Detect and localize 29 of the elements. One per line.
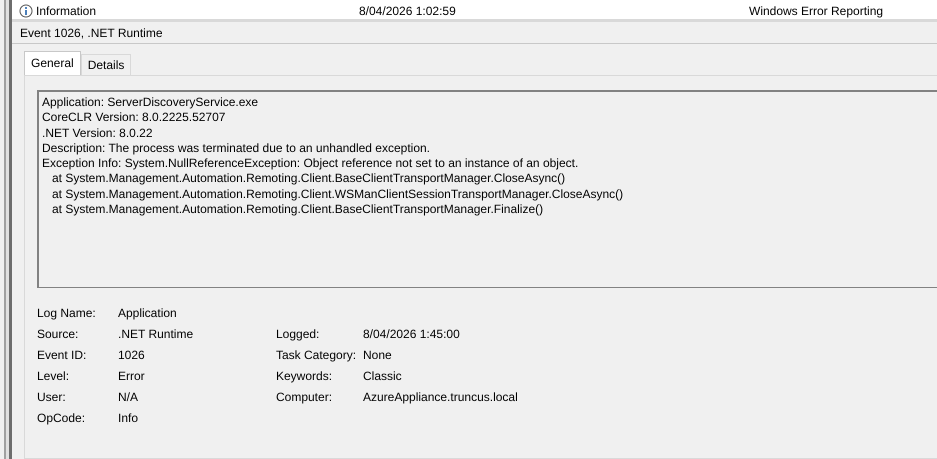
property-value: Info [118, 411, 140, 426]
property-value: N/A [118, 390, 140, 405]
property-value: Application [118, 306, 178, 321]
property-label: Task Category: [276, 348, 358, 363]
property-label: User: [37, 390, 67, 405]
source-cell: Windows Error Reporting [749, 4, 884, 19]
property-label: OpCode: [37, 411, 86, 426]
property-value: AzureAppliance.truncus.local [363, 390, 519, 405]
property-label: Keywords: [276, 369, 334, 384]
date-cell-text: 8/04/2026 1:02:59 [359, 4, 457, 19]
property-value: Error [118, 369, 146, 384]
property-value: Classic [363, 369, 403, 384]
property-value: .NET Runtime [118, 327, 194, 342]
property-label: Computer: [276, 390, 334, 405]
property-value: 8/04/2026 1:45:00 [363, 327, 461, 342]
pane-splitter[interactable] [4, 0, 12, 459]
info-icon [19, 4, 33, 18]
event-title: Event 1026, .NET Runtime [20, 26, 163, 40]
tab[interactable]: General [24, 51, 81, 75]
property-label: Source: [37, 327, 80, 342]
description-box: Application: ServerDiscoveryService.exe CoreCLR Version: 8.0.2225.52707 .NET Version: 8.0.22 Description: The process was terminated due to an unhandled exception. Exception Info: System.NullReferenceException: Object reference not set to an instance of an object. at System.Management.Automation.Remoting.Client.BaseClientTransportManager.CloseAsync() at System.Management.Automation.Remoting.Client.WSManClientSessionTransportManager.CloseAsync() at System.Management.Automation.Remoting.Client.BaseClientTransportManager.Finalize() [37, 90, 937, 288]
property-label: Event ID: [37, 348, 88, 363]
property-value: None [363, 348, 393, 363]
property-label: Level: [37, 369, 70, 384]
property-value: 1026 [118, 348, 146, 363]
level-cell-text: Information [36, 4, 98, 19]
property-label: Log Name: [37, 306, 97, 321]
tab[interactable]: Details [80, 54, 132, 75]
property-label: Logged: [276, 327, 320, 342]
